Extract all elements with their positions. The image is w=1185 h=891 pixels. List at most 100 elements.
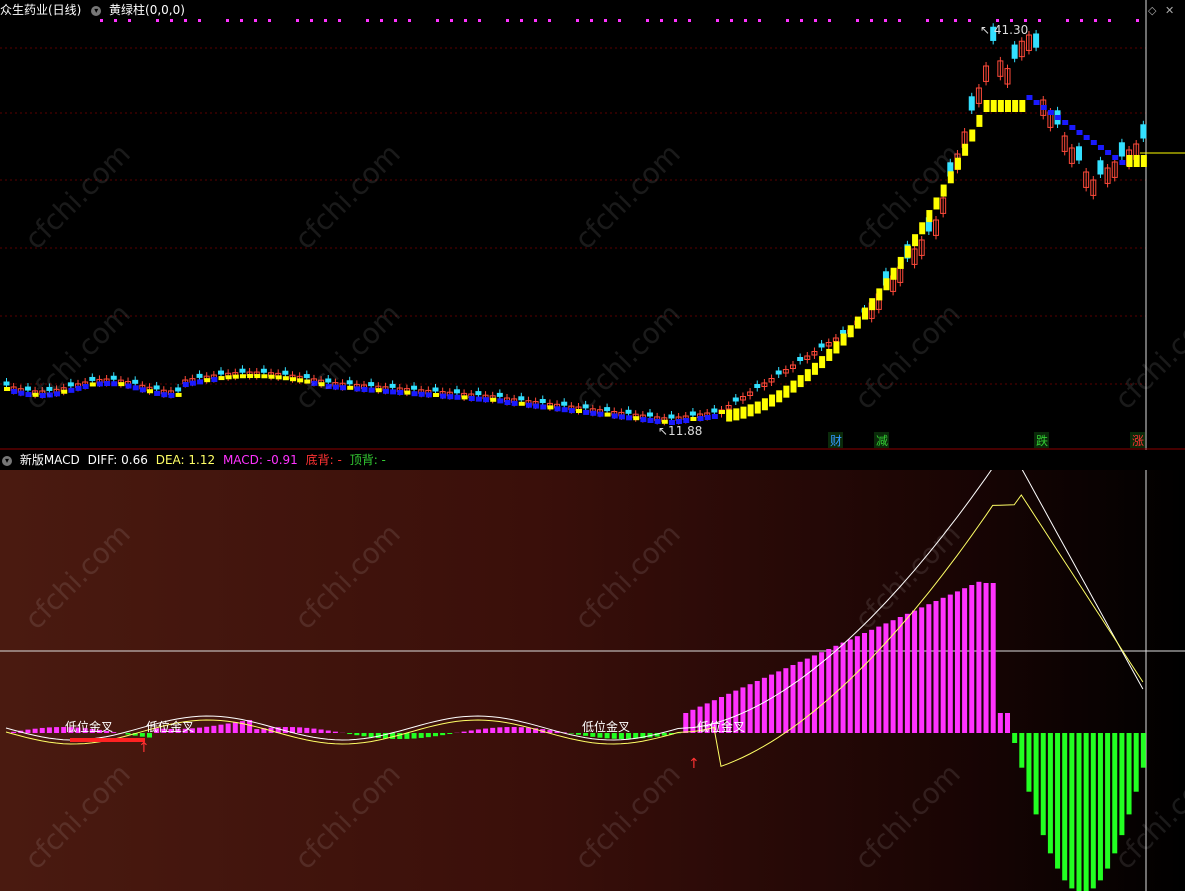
candle [89, 376, 96, 381]
trend-bar [597, 411, 604, 417]
close-icon[interactable]: ✕ [1165, 4, 1174, 17]
macd-histogram-bar [869, 629, 875, 733]
trend-bar [869, 298, 876, 311]
trend-bar [1083, 135, 1090, 140]
macd-histogram-bar [876, 626, 882, 733]
macd-histogram-bar [39, 727, 45, 733]
trend-bar [983, 100, 990, 112]
cross-annotation: 低位金叉 [146, 719, 194, 734]
candle [1076, 146, 1082, 161]
macd-histogram-bar [1112, 733, 1118, 854]
macd-histogram-bar [1005, 713, 1010, 733]
trend-bar [332, 384, 339, 390]
diamond-icon[interactable]: ◇ [1148, 4, 1156, 17]
trend-bar [990, 100, 997, 112]
signal-dot [618, 19, 621, 22]
trend-bar [833, 341, 840, 354]
macd-histogram-bar [332, 731, 338, 733]
signal-dot [856, 19, 859, 22]
signal-dot [926, 19, 929, 22]
trend-bar [254, 374, 261, 379]
macd-histogram-bar [197, 727, 203, 733]
candle [647, 412, 653, 417]
macd-pane[interactable]: ↑ ↑ 低位金叉 低位金叉 低位金叉 低位金叉 ▾ 新版MACD DIFF: 0.66 D… [0, 450, 1185, 891]
trend-bar [425, 392, 432, 398]
trend-bar [490, 397, 497, 402]
macd-histogram-bar [204, 726, 210, 733]
trend-bar [847, 325, 854, 338]
macd-histogram-bar [504, 727, 510, 733]
trend-bar [940, 184, 947, 197]
trend-bar [533, 403, 540, 409]
price-chart[interactable]: ↖ 41.30 ↖11.88 财 减 跌 涨 [0, 0, 1185, 450]
divergence-bar [70, 738, 145, 742]
trend-bar [61, 389, 68, 394]
macd-histogram-bar [1062, 733, 1068, 881]
trend-bar [290, 377, 296, 382]
candle [411, 385, 418, 390]
price-chart-pane[interactable]: ↖ 41.30 ↖11.88 财减跌涨 众生药业(日线) ▾ 黄绿柱(0,0,0) … [0, 0, 1185, 450]
trend-bar [826, 348, 833, 361]
trend-bar [618, 414, 625, 420]
trend-bar [1055, 115, 1062, 120]
trend-bar [862, 307, 868, 320]
signal-dot [954, 19, 957, 22]
trend-bar [32, 392, 39, 397]
trend-bar [75, 385, 82, 391]
signal-dot [408, 19, 411, 22]
trend-bar [483, 397, 490, 403]
candle [840, 330, 847, 334]
trend-bar [375, 388, 382, 393]
trend-bar [175, 392, 182, 397]
signal-dot [1094, 19, 1097, 22]
signal-dot [464, 19, 467, 22]
trend-bar [232, 374, 239, 379]
macd-histogram-bar [761, 677, 767, 733]
signal-dot [1108, 19, 1111, 22]
collapse-icon[interactable]: ▾ [91, 5, 102, 16]
macd-chart[interactable]: ↑ ↑ 低位金叉 低位金叉 低位金叉 低位金叉 [0, 450, 1185, 891]
signal-dot [870, 19, 873, 22]
trend-bar [404, 390, 411, 395]
candle [668, 414, 675, 419]
candle [711, 408, 718, 413]
trend-bar [468, 396, 475, 401]
macd-histogram-bar [954, 591, 960, 733]
macd-histogram-bar [311, 728, 317, 733]
candle [539, 399, 546, 403]
trend-bar [561, 407, 568, 413]
candle [218, 370, 224, 375]
signal-dot [716, 19, 719, 22]
signal-dot [338, 19, 341, 22]
macd-histogram-bar [461, 731, 467, 733]
trend-bar [1047, 110, 1054, 115]
trend-bar [511, 400, 518, 406]
trend-bar [1126, 155, 1133, 167]
trend-bar [1062, 120, 1069, 125]
trend-bar [418, 391, 425, 397]
candle [196, 373, 203, 378]
candle [368, 382, 375, 387]
trend-bar [697, 416, 704, 421]
macd-histogram-bar [897, 617, 903, 733]
macd-histogram-bar [1019, 733, 1025, 768]
macd-histogram-bar [1033, 733, 1039, 815]
trend-bar [547, 405, 554, 410]
signal-dot [814, 19, 817, 22]
signal-dot [688, 19, 691, 22]
trend-bar [1105, 150, 1112, 155]
macd-histogram-bar [940, 597, 946, 733]
collapse-icon[interactable]: ▾ [2, 455, 12, 466]
trend-bar [440, 393, 447, 399]
macd-histogram-bar [232, 722, 238, 733]
candle [175, 387, 182, 392]
trend-bar [197, 379, 204, 385]
macd-title: 新版MACD [19, 453, 80, 467]
trend-bar [1076, 130, 1083, 135]
trend-bar [454, 394, 461, 400]
trend-bar [640, 417, 647, 423]
macd-histogram-bar [826, 649, 832, 733]
stock-title: 众生药业(日线) [0, 3, 82, 17]
buy-arrow: ↑ [138, 740, 150, 756]
trend-bar [447, 394, 454, 400]
